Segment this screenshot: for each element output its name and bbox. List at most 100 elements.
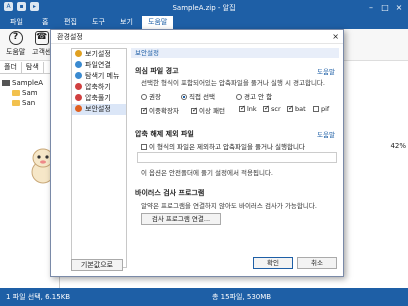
nav-item-extract[interactable]: 압축풀기	[72, 93, 126, 104]
support-icon: ☎	[34, 31, 49, 45]
tree-item-label: Sam	[22, 89, 38, 97]
menu-home[interactable]: 홈	[36, 16, 54, 29]
window-title: SampleA.zip - 알집	[172, 4, 236, 12]
check-label: 이상 패턴	[199, 107, 225, 115]
exclude-desc: 이 옵션은 안전폴더에 풀기 설정에서 적용됩니다.	[141, 169, 273, 177]
checkbox-icon	[313, 106, 319, 112]
radio-custom[interactable]: 직접 선택	[181, 91, 215, 101]
check-abnormal-pattern[interactable]: 이상 패턴	[191, 105, 225, 115]
suspicious-file-heading: 의심 파일 경고	[135, 67, 179, 75]
check-scr[interactable]: scr	[263, 104, 281, 113]
tree-item[interactable]: San	[2, 98, 57, 108]
checkbox-checked-icon	[263, 104, 270, 112]
file-list-pane: 42%	[342, 62, 408, 288]
radio-label: 직접 선택	[189, 93, 215, 101]
check-label: 이 형식의 파일은 제외하고 압축파일을 풀거나 실행합니다	[149, 143, 305, 151]
checkbox-checked-icon	[239, 104, 246, 112]
dialog-close-icon[interactable]: ×	[332, 30, 339, 44]
radio-selected-icon	[181, 94, 187, 100]
folder-icon	[12, 100, 20, 106]
close-icon[interactable]: ×	[392, 0, 406, 14]
suspicious-desc: 선택한 형식이 포함되어있는 압축파일을 풀거나 실행 시 경고합니다.	[141, 79, 325, 87]
maximize-icon[interactable]: □	[378, 0, 392, 14]
security-settings-panel: 보안설정 의심 파일 경고 도움말 선택한 형식이 포함되어있는 압축파일을 풀…	[131, 48, 339, 269]
tree-item[interactable]: Sam	[2, 88, 57, 98]
nav-label: 탐색기 메뉴	[85, 72, 120, 80]
nav-item-file-assoc[interactable]: 파일연결	[72, 60, 126, 71]
eye-icon	[75, 50, 82, 57]
nav-item-security[interactable]: 보안설정	[72, 104, 126, 115]
radio-recommended[interactable]: 권장	[141, 91, 161, 101]
folder-icon	[12, 90, 20, 96]
exclude-heading: 압축 해제 제외 파일	[135, 130, 194, 138]
help-ribbon-button[interactable]: ? 도움말	[6, 31, 25, 57]
check-pif[interactable]: pif	[313, 105, 329, 113]
tab-folder[interactable]: 폴더	[0, 62, 22, 73]
radio-label: 권장	[149, 93, 161, 101]
status-bar: 1 파일 선택, 6.15KB 총 15파일, 530MB	[0, 288, 408, 306]
checkbox-checked-icon	[141, 106, 148, 114]
check-double-ext[interactable]: 이중확장자	[141, 105, 179, 115]
check-label: scr	[271, 105, 281, 113]
compress-icon	[75, 83, 82, 90]
archive-summary: 총 15파일, 530MB	[212, 293, 272, 301]
archive-icon	[2, 80, 10, 86]
menu-file[interactable]: 파일	[4, 16, 29, 29]
nav-label: 파일연결	[85, 61, 111, 69]
menu-tools[interactable]: 도구	[86, 16, 111, 29]
nav-item-view[interactable]: 보기설정	[72, 49, 126, 60]
tree-item-label: San	[22, 99, 36, 107]
menu-view[interactable]: 보기	[114, 16, 139, 29]
virus-desc: 알약은 프로그램을 연결하지 않아도 바이러스 검사가 가능합니다.	[141, 202, 317, 210]
minimize-icon[interactable]: –	[364, 0, 378, 14]
radio-icon	[236, 94, 242, 100]
cancel-button[interactable]: 취소	[297, 257, 337, 269]
exclude-help-link[interactable]: 도움말	[317, 129, 335, 139]
selection-status: 1 파일 선택, 6.15KB	[6, 293, 71, 301]
ok-button[interactable]: 확인	[253, 257, 293, 269]
nav-label: 압축하기	[85, 83, 111, 91]
connect-scanner-button[interactable]: 검사 프로그램 연결...	[141, 213, 221, 225]
support-ribbon-label: 고객센	[32, 48, 52, 56]
nav-label: 보기설정	[85, 50, 111, 58]
menu-help[interactable]: 도움말	[142, 16, 174, 29]
settings-dialog: 환경설정 × 보기설정 파일연결 탐색기 메뉴 압축하기 압축풀기 보안설정 기…	[50, 29, 344, 277]
menu-icon	[75, 72, 82, 79]
nav-item-compress[interactable]: 압축하기	[72, 82, 126, 93]
menu-bar: 파일 홈 편집 도구 보기 도움말	[0, 14, 408, 29]
reset-defaults-button[interactable]: 기본값으로	[71, 259, 123, 271]
help-ribbon-label: 도움말	[6, 48, 26, 56]
radio-label: 경고 안 함	[244, 93, 273, 101]
check-lnk[interactable]: lnk	[239, 104, 257, 113]
tree-item-label: SampleA	[12, 79, 44, 87]
compression-ratio: 42%	[390, 142, 406, 150]
nav-item-explorer-menu[interactable]: 탐색기 메뉴	[72, 71, 126, 82]
exclude-types-input[interactable]	[137, 152, 337, 163]
support-ribbon-button[interactable]: ☎ 고객센	[32, 31, 51, 57]
check-bat[interactable]: bat	[287, 104, 306, 113]
check-label: pif	[321, 105, 330, 113]
menu-edit[interactable]: 편집	[58, 16, 83, 29]
nav-label: 보안설정	[85, 105, 111, 113]
radio-no-warning[interactable]: 경고 안 함	[236, 91, 272, 101]
checkbox-checked-icon	[287, 104, 294, 112]
nav-label: 압축풀기	[85, 94, 111, 102]
check-label: lnk	[247, 105, 257, 113]
tab-explore[interactable]: 탐색	[22, 62, 44, 73]
checkbox-checked-icon	[191, 106, 198, 114]
extract-icon	[75, 94, 82, 101]
title-bar: A ▪ ▸ SampleA.zip - 알집 – □ ×	[0, 0, 408, 14]
check-label: 이중확장자	[149, 107, 179, 115]
checkbox-icon	[141, 144, 147, 150]
shield-icon	[75, 105, 82, 112]
section-title: 보안설정	[131, 48, 339, 58]
tree-item[interactable]: SampleA	[2, 78, 57, 88]
check-exclude-types[interactable]: 이 형식의 파일은 제외하고 압축파일을 풀거나 실행합니다	[141, 141, 305, 151]
link-icon	[75, 61, 82, 68]
question-icon: ?	[8, 31, 23, 45]
settings-nav: 보기설정 파일연결 탐색기 메뉴 압축하기 압축풀기 보안설정	[71, 48, 127, 268]
dialog-title-bar: 환경설정 ×	[51, 30, 343, 44]
virus-heading: 바이러스 검사 프로그램	[135, 189, 205, 197]
dialog-title: 환경설정	[57, 33, 83, 41]
suspicious-help-link[interactable]: 도움말	[317, 66, 335, 76]
